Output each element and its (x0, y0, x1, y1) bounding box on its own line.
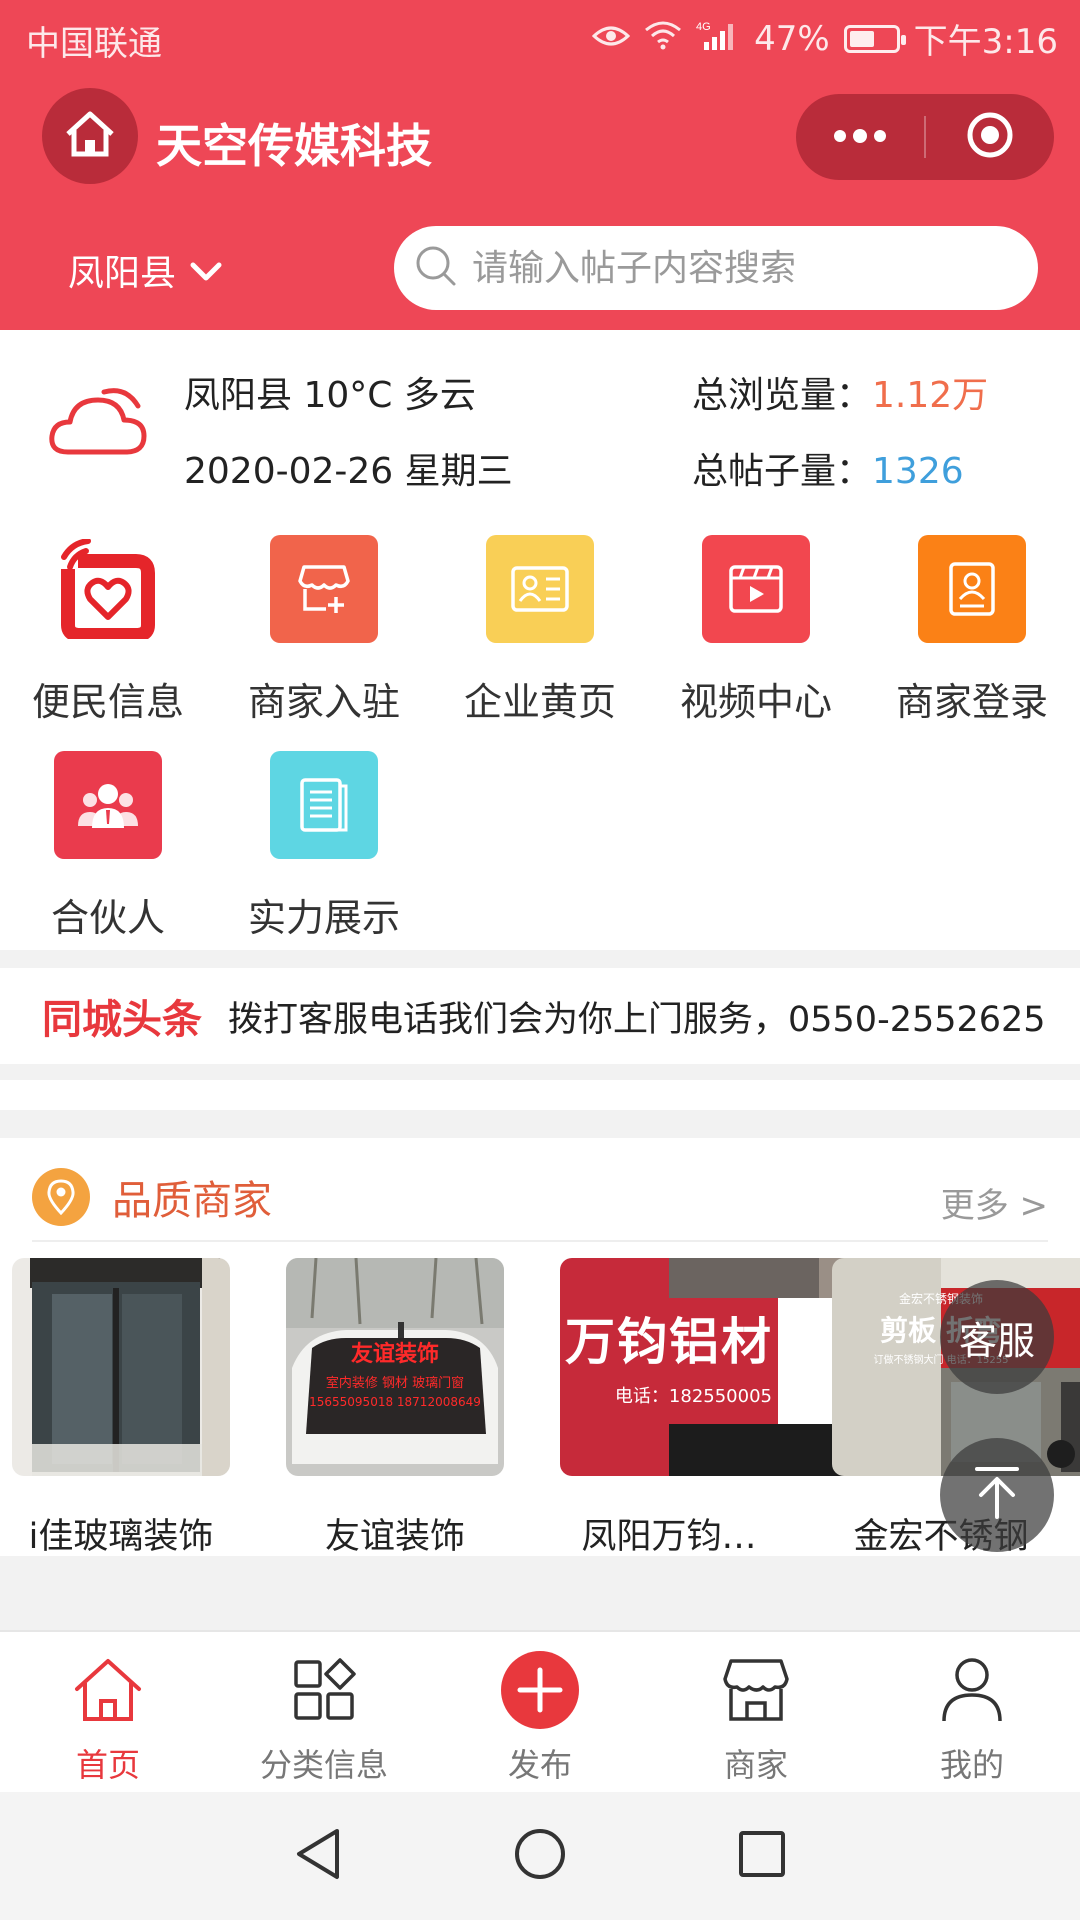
more-button[interactable] (796, 94, 924, 180)
battery-percent: 47% (754, 18, 830, 59)
total-posts-label: 总帖子量： (692, 451, 873, 492)
target-icon (965, 110, 1015, 164)
tab-label: 商家 (723, 1746, 788, 1784)
total-views-value: 1.12万 (872, 375, 989, 416)
region-label: 凤阳县 (68, 253, 177, 294)
tab-label: 发布 (507, 1746, 572, 1784)
document-icon (270, 751, 378, 859)
publish-plus-icon (432, 1651, 648, 1729)
wifi-icon (644, 19, 682, 59)
weather-summary: 凤阳县 10°C 多云 (184, 375, 476, 416)
merchant-name: 凤阳万钧… (581, 1517, 757, 1556)
grid-item-merchant-join[interactable]: 商家入驻 (216, 535, 432, 726)
headline-tag: 同城头条 (42, 997, 202, 1043)
headline-text: 拨打客服电话我们会为你上门服务，0550-2552625 (228, 999, 1046, 1040)
sign-text: 友谊装饰 室内装修 钢材 玻璃门窗 15655095018 1871200864… (309, 1342, 481, 1409)
back-to-top-button[interactable] (940, 1438, 1054, 1552)
recents-square-icon[interactable] (737, 1829, 787, 1883)
tab-home[interactable]: 首页 (0, 1632, 216, 1792)
grid-label: 商家登录 (895, 680, 1048, 724)
home-icon (0, 1654, 216, 1726)
grid-label: 实力展示 (247, 896, 400, 940)
bottom-tab-bar: 首页 分类信息 发布 商家 我的 (0, 1630, 1080, 1792)
battery-icon (843, 24, 906, 53)
android-nav-bar (0, 1792, 1080, 1920)
badge-icon (918, 535, 1026, 643)
merchant-card[interactable]: i佳玻璃装饰 (12, 1258, 230, 1556)
tab-label: 首页 (75, 1746, 140, 1784)
grid-label: 商家入驻 (247, 680, 400, 724)
signal-icon: 4G (696, 19, 740, 59)
app-title: 天空传媒科技 (156, 119, 432, 173)
grid-label: 便民信息 (31, 680, 184, 724)
home-button[interactable] (42, 88, 138, 184)
customer-service-button[interactable]: 客服 (940, 1280, 1054, 1394)
total-posts: 总帖子量：1326 (692, 442, 964, 494)
region-selector[interactable]: 凤阳县 (68, 244, 222, 296)
status-icons: 4G 47% 下午3:16 (591, 14, 1058, 63)
tab-mine[interactable]: 我的 (864, 1632, 1080, 1792)
blank-strip (0, 1080, 1080, 1110)
total-views-label: 总浏览量： (692, 375, 873, 416)
partners-icon (54, 751, 162, 859)
section-header: 品质商家 更多 > (32, 1154, 1048, 1242)
location-pin-icon (32, 1168, 90, 1226)
svg-text:4G: 4G (696, 21, 711, 33)
merchant-photo: 友谊装饰 室内装修 钢材 玻璃门窗 15655095018 1871200864… (286, 1258, 504, 1476)
mini-program-capsule (796, 94, 1054, 180)
grid-item-showcase[interactable]: 实力展示 (216, 751, 432, 942)
heart-phone-icon (54, 535, 162, 643)
total-posts-value: 1326 (872, 451, 964, 492)
search-icon (414, 244, 458, 292)
tab-label: 分类信息 (259, 1746, 388, 1784)
section-title: 品质商家 (112, 1178, 272, 1224)
arrow-up-icon (967, 1463, 1027, 1527)
merchant-card[interactable]: 友谊装饰 室内装修 钢材 玻璃门窗 15655095018 1871200864… (286, 1258, 504, 1556)
search-bar[interactable] (394, 226, 1038, 310)
total-views: 总浏览量：1.12万 (692, 366, 988, 418)
grid-label: 视频中心 (679, 680, 832, 724)
grid-item-yellow-pages[interactable]: 企业黄页 (432, 535, 648, 726)
quality-merchants-section: 品质商家 更多 > i佳玻璃装饰 友谊装饰 室内装修 钢材 玻璃门窗 15655… (0, 1138, 1080, 1556)
shop-icon (648, 1654, 864, 1726)
sign-text: 万钧铝材 电话：182550005 (565, 1313, 773, 1407)
tab-publish[interactable]: 发布 (432, 1632, 648, 1792)
weather-date: 2020-02-26 星期三 (184, 451, 513, 492)
city-headline-bar[interactable]: 同城头条 拨打客服电话我们会为你上门服务，0550-2552625 (0, 968, 1080, 1064)
grid-label: 企业黄页 (463, 680, 616, 724)
eye-icon (591, 19, 631, 59)
cloud-icon (46, 382, 150, 466)
store-add-icon (270, 535, 378, 643)
user-icon (864, 1654, 1080, 1726)
header: 中国联通 4G 47% 下午3:16 天空传媒科技 凤阳县 请输入帖子内容搜索 (0, 0, 1080, 330)
info-panel: 凤阳县 10°C 多云 2020-02-26 星期三 总浏览量：1.12万 总帖… (0, 330, 1080, 950)
category-icon (216, 1654, 432, 1726)
tab-category[interactable]: 分类信息 (216, 1632, 432, 1792)
more-dots-icon (833, 128, 887, 147)
back-triangle-icon[interactable] (293, 1827, 343, 1885)
grid-item-video-center[interactable]: 视频中心 (648, 535, 864, 726)
tab-label: 我的 (939, 1746, 1004, 1784)
merchant-card[interactable]: 万钧铝材 电话：182550005 凤阳万钧… (560, 1258, 887, 1556)
status-bar: 中国联通 4G 47% 下午3:16 (0, 0, 1080, 76)
grid-item-merchant-login[interactable]: 商家登录 (864, 535, 1080, 726)
video-icon (702, 535, 810, 643)
chevron-down-icon (190, 250, 222, 291)
merchant-photo (12, 1258, 230, 1476)
search-input[interactable] (472, 247, 1032, 289)
grid-item-convenience[interactable]: 便民信息 (0, 535, 216, 726)
clock: 下午3:16 (913, 22, 1058, 62)
grid-item-partner[interactable]: 合伙人 (0, 751, 216, 942)
home-icon (64, 110, 116, 162)
merchant-photo: 万钧铝材 电话：182550005 (560, 1258, 887, 1476)
id-card-icon (486, 535, 594, 643)
home-circle-icon[interactable] (513, 1827, 567, 1885)
close-button[interactable] (926, 94, 1054, 180)
more-link[interactable]: 更多 > (941, 1178, 1048, 1227)
merchant-name: i佳玻璃装饰 (28, 1517, 214, 1556)
tab-shop[interactable]: 商家 (648, 1632, 864, 1792)
grid-label: 合伙人 (50, 896, 165, 940)
merchant-name: 友谊装饰 (324, 1517, 465, 1556)
carrier-name: 中国联通 (26, 24, 162, 64)
